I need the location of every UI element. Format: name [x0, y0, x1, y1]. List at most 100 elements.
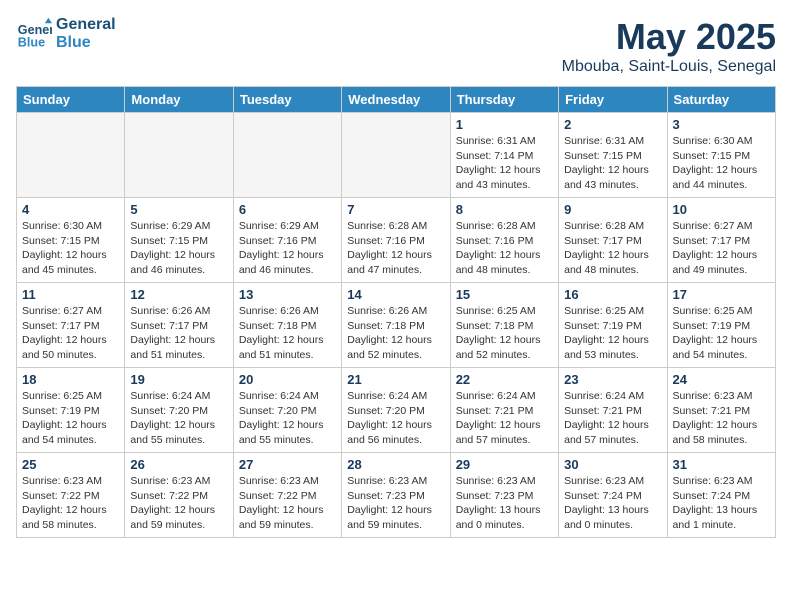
weekday-header-monday: Monday [125, 87, 233, 113]
day-info: Sunrise: 6:27 AM Sunset: 7:17 PM Dayligh… [673, 219, 770, 278]
month-title: May 2025 [562, 16, 776, 58]
day-info: Sunrise: 6:30 AM Sunset: 7:15 PM Dayligh… [673, 134, 770, 193]
day-number: 14 [347, 287, 444, 302]
day-info: Sunrise: 6:24 AM Sunset: 7:21 PM Dayligh… [564, 389, 661, 448]
day-number: 20 [239, 372, 336, 387]
logo: General Blue General Blue [16, 16, 116, 52]
calendar-cell: 3 Sunrise: 6:30 AM Sunset: 7:15 PM Daylig… [667, 113, 775, 198]
day-info: Sunrise: 6:23 AM Sunset: 7:24 PM Dayligh… [673, 474, 770, 533]
day-number: 15 [456, 287, 553, 302]
day-number: 1 [456, 117, 553, 132]
calendar-cell [342, 113, 450, 198]
weekday-header-thursday: Thursday [450, 87, 558, 113]
logo-text-line1: General [56, 16, 116, 34]
day-info: Sunrise: 6:25 AM Sunset: 7:19 PM Dayligh… [673, 304, 770, 363]
day-info: Sunrise: 6:23 AM Sunset: 7:23 PM Dayligh… [347, 474, 444, 533]
calendar-cell: 30 Sunrise: 6:23 AM Sunset: 7:24 PM Dayli… [559, 453, 667, 538]
day-number: 18 [22, 372, 119, 387]
calendar-cell: 4 Sunrise: 6:30 AM Sunset: 7:15 PM Daylig… [17, 198, 125, 283]
location-title: Mbouba, Saint-Louis, Senegal [562, 58, 776, 76]
day-info: Sunrise: 6:29 AM Sunset: 7:16 PM Dayligh… [239, 219, 336, 278]
day-info: Sunrise: 6:24 AM Sunset: 7:21 PM Dayligh… [456, 389, 553, 448]
calendar-cell: 11Sunrise: 6:27 AM Sunset: 7:17 PM Dayli… [17, 283, 125, 368]
week-row-4: 18 Sunrise: 6:25 AM Sunset: 7:19 PM Dayli… [17, 368, 776, 453]
calendar-cell: 10 Sunrise: 6:27 AM Sunset: 7:17 PM Dayli… [667, 198, 775, 283]
week-row-2: 4 Sunrise: 6:30 AM Sunset: 7:15 PM Daylig… [17, 198, 776, 283]
day-info: Sunrise: 6:31 AM Sunset: 7:14 PM Dayligh… [456, 134, 553, 193]
calendar-cell [233, 113, 341, 198]
day-info: Sunrise: 6:25 AM Sunset: 7:18 PM Dayligh… [456, 304, 553, 363]
weekday-header-row: SundayMondayTuesdayWednesdayThursdayFrid… [17, 87, 776, 113]
calendar-table: SundayMondayTuesdayWednesdayThursdayFrid… [16, 86, 776, 538]
calendar-cell: 2 Sunrise: 6:31 AM Sunset: 7:15 PM Daylig… [559, 113, 667, 198]
calendar-cell: 9 Sunrise: 6:28 AM Sunset: 7:17 PM Daylig… [559, 198, 667, 283]
calendar-cell: 7 Sunrise: 6:28 AM Sunset: 7:16 PM Daylig… [342, 198, 450, 283]
day-number: 3 [673, 117, 770, 132]
day-number: 12 [130, 287, 227, 302]
calendar-cell: 6 Sunrise: 6:29 AM Sunset: 7:16 PM Daylig… [233, 198, 341, 283]
weekday-header-friday: Friday [559, 87, 667, 113]
day-info: Sunrise: 6:24 AM Sunset: 7:20 PM Dayligh… [239, 389, 336, 448]
calendar-cell: 8Sunrise: 6:28 AM Sunset: 7:16 PM Daylig… [450, 198, 558, 283]
day-info: Sunrise: 6:24 AM Sunset: 7:20 PM Dayligh… [347, 389, 444, 448]
day-number: 31 [673, 457, 770, 472]
logo-icon: General Blue [16, 16, 52, 52]
calendar-cell: 21 Sunrise: 6:24 AM Sunset: 7:20 PM Dayli… [342, 368, 450, 453]
day-number: 24 [673, 372, 770, 387]
calendar-cell: 27 Sunrise: 6:23 AM Sunset: 7:22 PM Dayli… [233, 453, 341, 538]
calendar-cell [17, 113, 125, 198]
title-area: May 2025 Mbouba, Saint-Louis, Senegal [562, 16, 776, 76]
calendar-cell: 29 Sunrise: 6:23 AM Sunset: 7:23 PM Dayli… [450, 453, 558, 538]
week-row-1: 1 Sunrise: 6:31 AM Sunset: 7:14 PM Daylig… [17, 113, 776, 198]
day-number: 5 [130, 202, 227, 217]
calendar-cell: 26Sunrise: 6:23 AM Sunset: 7:22 PM Dayli… [125, 453, 233, 538]
day-info: Sunrise: 6:28 AM Sunset: 7:17 PM Dayligh… [564, 219, 661, 278]
day-info: Sunrise: 6:30 AM Sunset: 7:15 PM Dayligh… [22, 219, 119, 278]
calendar-cell: 18 Sunrise: 6:25 AM Sunset: 7:19 PM Dayli… [17, 368, 125, 453]
day-number: 26 [130, 457, 227, 472]
calendar-cell: 5 Sunrise: 6:29 AM Sunset: 7:15 PM Daylig… [125, 198, 233, 283]
day-number: 8 [456, 202, 553, 217]
day-number: 10 [673, 202, 770, 217]
day-number: 25 [22, 457, 119, 472]
calendar-cell: 23 Sunrise: 6:24 AM Sunset: 7:21 PM Dayli… [559, 368, 667, 453]
weekday-header-wednesday: Wednesday [342, 87, 450, 113]
day-number: 27 [239, 457, 336, 472]
day-info: Sunrise: 6:26 AM Sunset: 7:17 PM Dayligh… [130, 304, 227, 363]
calendar-cell: 14Sunrise: 6:26 AM Sunset: 7:18 PM Dayli… [342, 283, 450, 368]
calendar-cell: 28Sunrise: 6:23 AM Sunset: 7:23 PM Dayli… [342, 453, 450, 538]
calendar-cell: 12 Sunrise: 6:26 AM Sunset: 7:17 PM Dayli… [125, 283, 233, 368]
day-info: Sunrise: 6:25 AM Sunset: 7:19 PM Dayligh… [22, 389, 119, 448]
day-number: 23 [564, 372, 661, 387]
day-info: Sunrise: 6:23 AM Sunset: 7:23 PM Dayligh… [456, 474, 553, 533]
day-number: 29 [456, 457, 553, 472]
week-row-5: 25 Sunrise: 6:23 AM Sunset: 7:22 PM Dayli… [17, 453, 776, 538]
day-number: 9 [564, 202, 661, 217]
week-row-3: 11Sunrise: 6:27 AM Sunset: 7:17 PM Dayli… [17, 283, 776, 368]
day-number: 21 [347, 372, 444, 387]
day-number: 4 [22, 202, 119, 217]
day-number: 16 [564, 287, 661, 302]
calendar-cell: 16Sunrise: 6:25 AM Sunset: 7:19 PM Dayli… [559, 283, 667, 368]
day-number: 30 [564, 457, 661, 472]
day-info: Sunrise: 6:24 AM Sunset: 7:20 PM Dayligh… [130, 389, 227, 448]
day-number: 17 [673, 287, 770, 302]
calendar-cell: 17 Sunrise: 6:25 AM Sunset: 7:19 PM Dayli… [667, 283, 775, 368]
logo-text-line2: Blue [56, 34, 116, 52]
day-number: 6 [239, 202, 336, 217]
day-info: Sunrise: 6:23 AM Sunset: 7:22 PM Dayligh… [239, 474, 336, 533]
day-info: Sunrise: 6:31 AM Sunset: 7:15 PM Dayligh… [564, 134, 661, 193]
day-info: Sunrise: 6:23 AM Sunset: 7:22 PM Dayligh… [22, 474, 119, 533]
day-number: 19 [130, 372, 227, 387]
day-info: Sunrise: 6:28 AM Sunset: 7:16 PM Dayligh… [347, 219, 444, 278]
weekday-header-tuesday: Tuesday [233, 87, 341, 113]
calendar-cell [125, 113, 233, 198]
calendar-cell: 19 Sunrise: 6:24 AM Sunset: 7:20 PM Dayli… [125, 368, 233, 453]
day-number: 7 [347, 202, 444, 217]
calendar-cell: 31 Sunrise: 6:23 AM Sunset: 7:24 PM Dayli… [667, 453, 775, 538]
calendar-cell: 20 Sunrise: 6:24 AM Sunset: 7:20 PM Dayli… [233, 368, 341, 453]
day-number: 2 [564, 117, 661, 132]
day-info: Sunrise: 6:29 AM Sunset: 7:15 PM Dayligh… [130, 219, 227, 278]
day-info: Sunrise: 6:26 AM Sunset: 7:18 PM Dayligh… [239, 304, 336, 363]
day-info: Sunrise: 6:23 AM Sunset: 7:24 PM Dayligh… [564, 474, 661, 533]
